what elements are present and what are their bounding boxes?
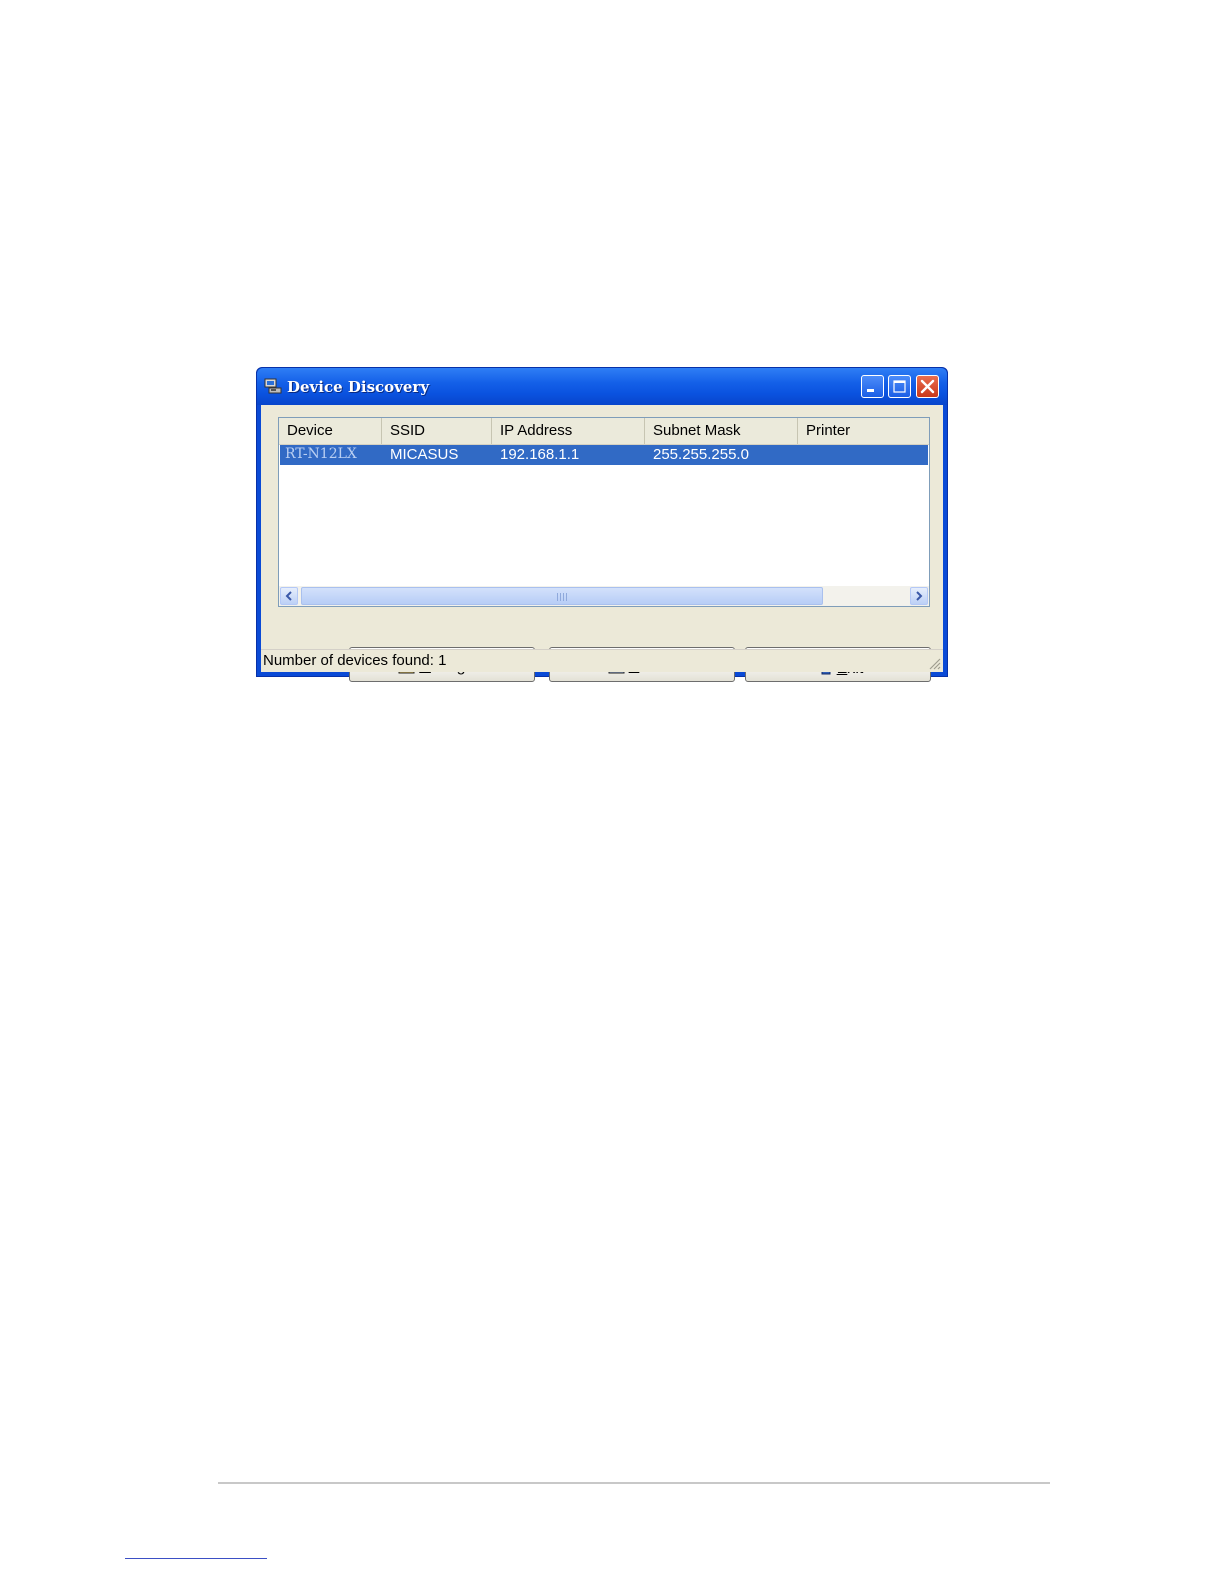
scrollbar-grip (557, 593, 567, 601)
cell-subnet-mask: 255.255.255.0 (653, 446, 749, 463)
cell-ssid: MICASUS (390, 446, 459, 463)
maximize-icon (893, 380, 906, 393)
column-header-device[interactable]: Device (279, 418, 382, 444)
column-header-subnet-mask[interactable]: Subnet Mask (645, 418, 798, 444)
device-list[interactable]: Device SSID IP Address Subnet Mask Print… (278, 417, 930, 607)
minimize-button[interactable] (861, 375, 884, 398)
cell-ip-address: 192.168.1.1 (500, 446, 580, 463)
column-header-printer[interactable]: Printer (798, 418, 929, 444)
scroll-left-button[interactable] (280, 587, 298, 605)
scroll-right-button[interactable] (910, 587, 928, 605)
status-bar: Number of devices found: 1 (261, 649, 943, 672)
status-text: Number of devices found: 1 (263, 652, 447, 669)
chevron-left-icon (285, 591, 292, 601)
window-title: Device Discovery (287, 378, 430, 396)
network-computer-icon (264, 378, 282, 394)
list-header: Device SSID IP Address Subnet Mask Print… (279, 418, 929, 445)
scrollbar-thumb[interactable] (301, 587, 823, 605)
window-client-area: Device SSID IP Address Subnet Mask Print… (261, 405, 943, 682)
title-bar[interactable]: Device Discovery (257, 368, 947, 405)
table-row[interactable]: RT-N12LX MICASUS 192.168.1.1 255.255.255… (280, 445, 928, 465)
page-divider (218, 1482, 1050, 1484)
close-icon (920, 379, 935, 394)
minimize-icon (867, 389, 874, 392)
maximize-button[interactable] (888, 375, 911, 398)
footer-underline (125, 1558, 267, 1559)
chevron-right-icon (916, 591, 923, 601)
cell-device: RT-N12LX (285, 446, 357, 462)
close-button[interactable] (916, 375, 939, 398)
column-header-ip-address[interactable]: IP Address (492, 418, 645, 444)
column-header-ssid[interactable]: SSID (382, 418, 492, 444)
horizontal-scrollbar[interactable] (279, 586, 929, 606)
device-discovery-window: Device Discovery Device SSID IP Address … (256, 367, 948, 682)
resize-grip-icon[interactable] (927, 656, 941, 670)
